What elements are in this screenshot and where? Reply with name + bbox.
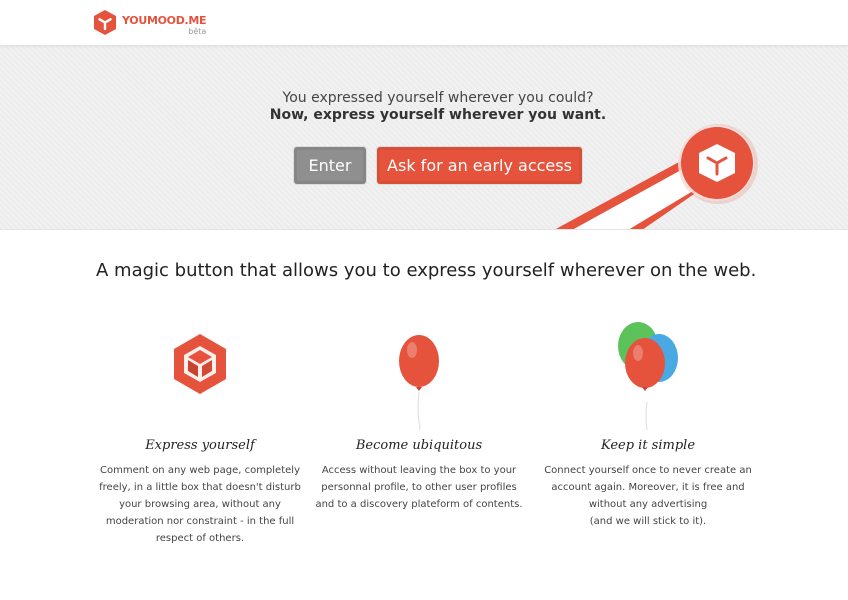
beta-badge: bêta: [188, 27, 207, 36]
feature-description: Connect yourself once to never create an…: [544, 465, 752, 527]
logo[interactable]: YOUMOOD.ME bêta: [94, 10, 207, 37]
balloons-bunch-icon: [618, 322, 678, 430]
red-balloon-icon: [399, 335, 439, 430]
feature-express-yourself: Express yourself Comment on any web page…: [95, 300, 305, 547]
feature-title: Become ubiquitous: [355, 438, 483, 453]
top-bar: YOUMOOD.ME bêta: [0, 0, 848, 46]
feature-keep-it-simple: Keep it simple Connect yourself once to …: [543, 300, 753, 530]
feature-title: Keep it simple: [600, 438, 696, 453]
main-headline: A magic button that allows you to expres…: [96, 260, 757, 281]
feature-description: Access without leaving the box to your p…: [315, 465, 523, 510]
feature-title: Express yourself: [145, 438, 255, 453]
feature-description: Comment on any web page, completely free…: [99, 465, 301, 544]
brand-name: YOUMOOD.ME: [122, 14, 207, 27]
enter-button[interactable]: Enter: [294, 147, 366, 184]
hero-launch-button-illustration: [555, 124, 758, 229]
hexagon-logo-icon: [174, 334, 226, 394]
feature-become-ubiquitous: Become ubiquitous Access without leaving…: [314, 300, 524, 513]
logo-hexagon-icon: [94, 10, 116, 35]
hero-banner: You expressed yourself wherever you coul…: [0, 46, 848, 230]
